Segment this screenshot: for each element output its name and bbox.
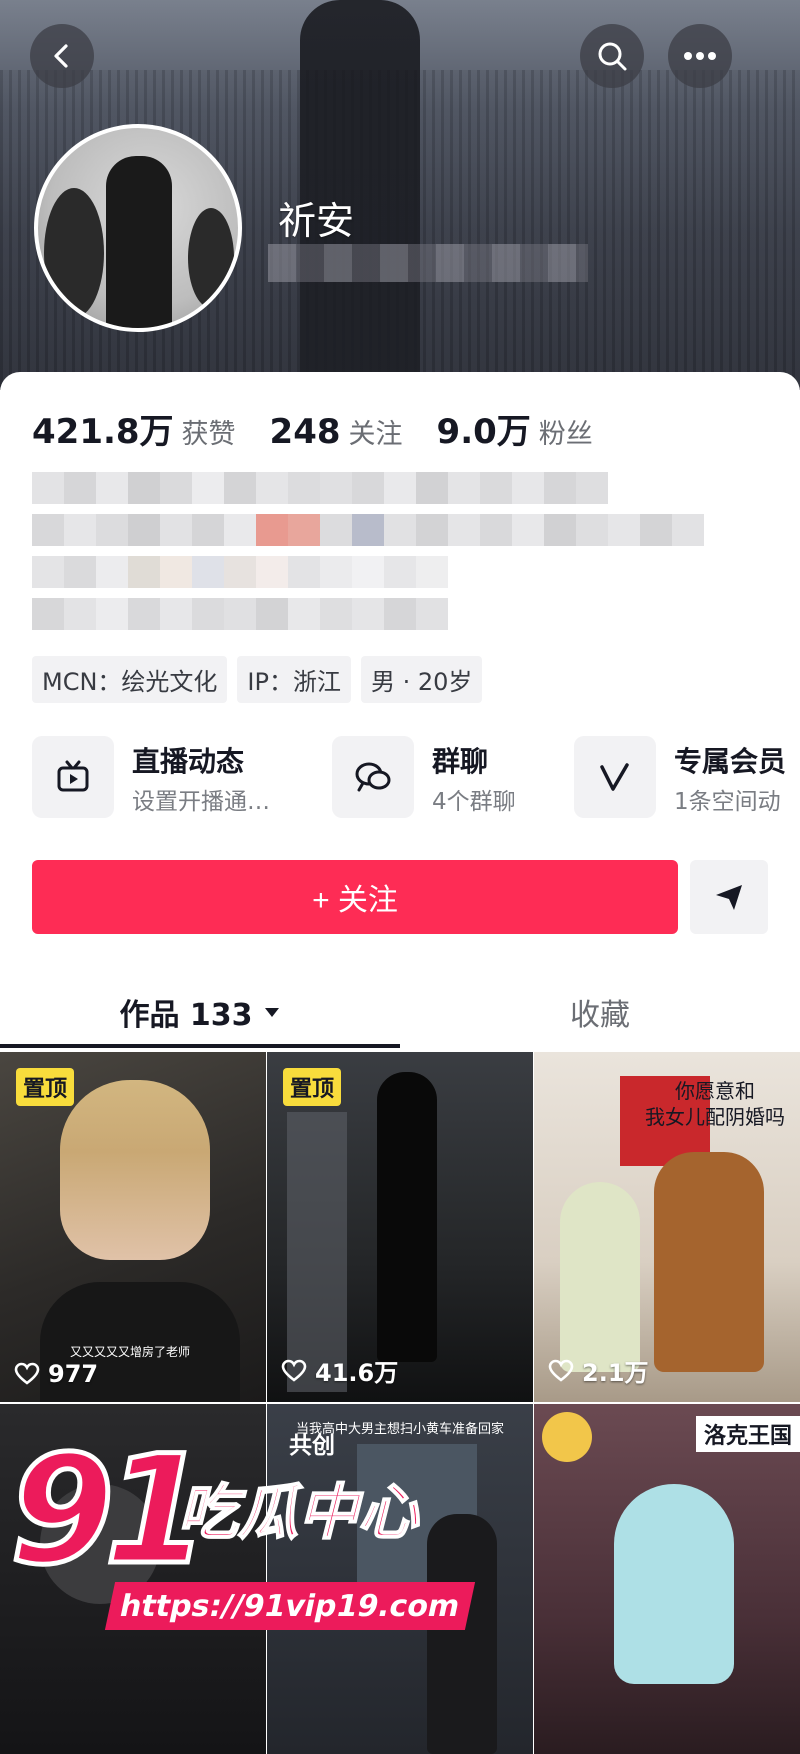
back-button[interactable] (30, 24, 94, 88)
video-tile[interactable]: 你愿意和 我女儿配阴婚吗 2.1万 (534, 1052, 800, 1402)
watermark-number: 91 (8, 1424, 212, 1598)
video-thumbnail-girl (560, 1182, 640, 1372)
tab-works-label: 作品 133 (119, 998, 253, 1033)
bio-row (32, 472, 712, 504)
feature-title: 专属会员 (674, 745, 787, 778)
caret-down-icon (264, 1008, 279, 1017)
video-tile[interactable]: 置顶 又又又又又增房了老师 977 (0, 1052, 266, 1402)
feature-title: 群聊 (432, 745, 489, 778)
tv-icon (57, 760, 89, 792)
gender-age-tag: 男 · 20岁 (360, 656, 483, 703)
video-thumbnail-mascot (542, 1412, 592, 1462)
avatar-silhouette (106, 156, 172, 328)
tab-works[interactable]: 作品 133 (0, 976, 400, 1048)
content-tabs: 作品 133 收藏 (0, 976, 800, 1048)
tab-favorites[interactable]: 收藏 (400, 976, 800, 1048)
chevron-left-icon (54, 44, 68, 68)
heart-outline-icon (281, 1359, 307, 1382)
send-icon (716, 885, 742, 910)
search-icon (598, 42, 627, 71)
chat-bubbles-icon (355, 762, 391, 792)
likes-count: 421.8万 (32, 412, 174, 452)
feature-subtitle: 4个群聊 (432, 789, 516, 815)
username: 祈安 (278, 199, 355, 243)
v-member-icon (600, 763, 629, 791)
video-likes: 2.1万 (548, 1353, 649, 1388)
video-thumbnail-face (60, 1080, 210, 1260)
likes-label: 获赞 (181, 419, 236, 450)
pinned-badge: 置顶 (16, 1068, 75, 1106)
live-feed-feature[interactable]: 直播动态 设置开播通… (32, 736, 322, 820)
group-chat-feature[interactable]: 群聊 4个群聊 (332, 736, 572, 820)
video-tile[interactable]: 洛克王国 (534, 1404, 800, 1754)
avatar-tree-left (44, 188, 104, 318)
video-likes-count: 977 (48, 1360, 99, 1388)
more-button[interactable] (668, 24, 732, 88)
membership-feature[interactable]: 专属会员 1条空间动 (574, 736, 800, 820)
following-label[interactable]: 关注 (349, 412, 403, 451)
more-horizontal-icon (684, 52, 716, 60)
active-tab-indicator (0, 1044, 400, 1048)
bio-row (32, 598, 712, 630)
bio-row (32, 556, 712, 588)
video-likes: 41.6万 (281, 1353, 398, 1388)
video-likes: 977 (14, 1360, 98, 1388)
share-button[interactable] (690, 860, 768, 934)
feature-subtitle: 1条空间动 (674, 789, 781, 815)
heart-outline-icon (548, 1359, 574, 1382)
video-thumbnail-boy (654, 1152, 764, 1372)
following-count[interactable]: 248 (270, 412, 341, 452)
feature-subtitle: 设置开播通… (132, 789, 270, 815)
pinned-badge: 置顶 (283, 1068, 342, 1106)
avatar[interactable] (34, 124, 242, 332)
blurred-account-id (268, 244, 588, 282)
blurred-bio (32, 472, 712, 642)
video-likes-count: 41.6万 (315, 1359, 399, 1387)
feature-icon-box (332, 736, 414, 818)
avatar-tree-right (188, 208, 234, 308)
feature-title: 直播动态 (132, 745, 245, 778)
watermark: 91 吃瓜中心 https://91vip19.com (8, 1424, 476, 1636)
followers-label[interactable]: 粉丝 (539, 412, 593, 451)
feature-icon-box (32, 736, 114, 818)
video-badge-text: 洛克王国 (695, 1416, 800, 1452)
watermark-url: https://91vip19.com (104, 1582, 476, 1630)
search-button[interactable] (580, 24, 644, 88)
video-overlay-text: 你愿意和 我女儿配阴婚吗 (645, 1079, 785, 1129)
stats-row: 421.8万 获赞 248 关注 9.0万 粉丝 (32, 404, 627, 453)
feature-row: 直播动态 设置开播通… 群聊 4个群聊 专属会员 1条空间动 (32, 736, 800, 820)
watermark-title: 吃瓜中心 (177, 1477, 419, 1549)
bio-row (32, 514, 712, 546)
follow-button[interactable]: + 关注 (32, 860, 678, 934)
video-thumbnail-figure (377, 1072, 437, 1362)
video-caption: 又又又又又增房了老师 (70, 1345, 191, 1359)
video-thumbnail-character (614, 1484, 734, 1684)
feature-icon-box (574, 736, 656, 818)
video-thumbnail-door (287, 1112, 347, 1392)
heart-outline-icon (14, 1362, 40, 1385)
video-tile[interactable]: 置顶 41.6万 (267, 1052, 533, 1402)
followers-count[interactable]: 9.0万 (437, 404, 531, 453)
mcn-tag[interactable]: MCN：绘光文化 (32, 656, 228, 703)
video-likes-count: 2.1万 (582, 1359, 649, 1387)
ip-location-tag: IP：浙江 (237, 656, 351, 703)
tab-favorites-label: 收藏 (570, 998, 630, 1033)
profile-tags: MCN：绘光文化 IP：浙江 男 · 20岁 (32, 656, 483, 703)
